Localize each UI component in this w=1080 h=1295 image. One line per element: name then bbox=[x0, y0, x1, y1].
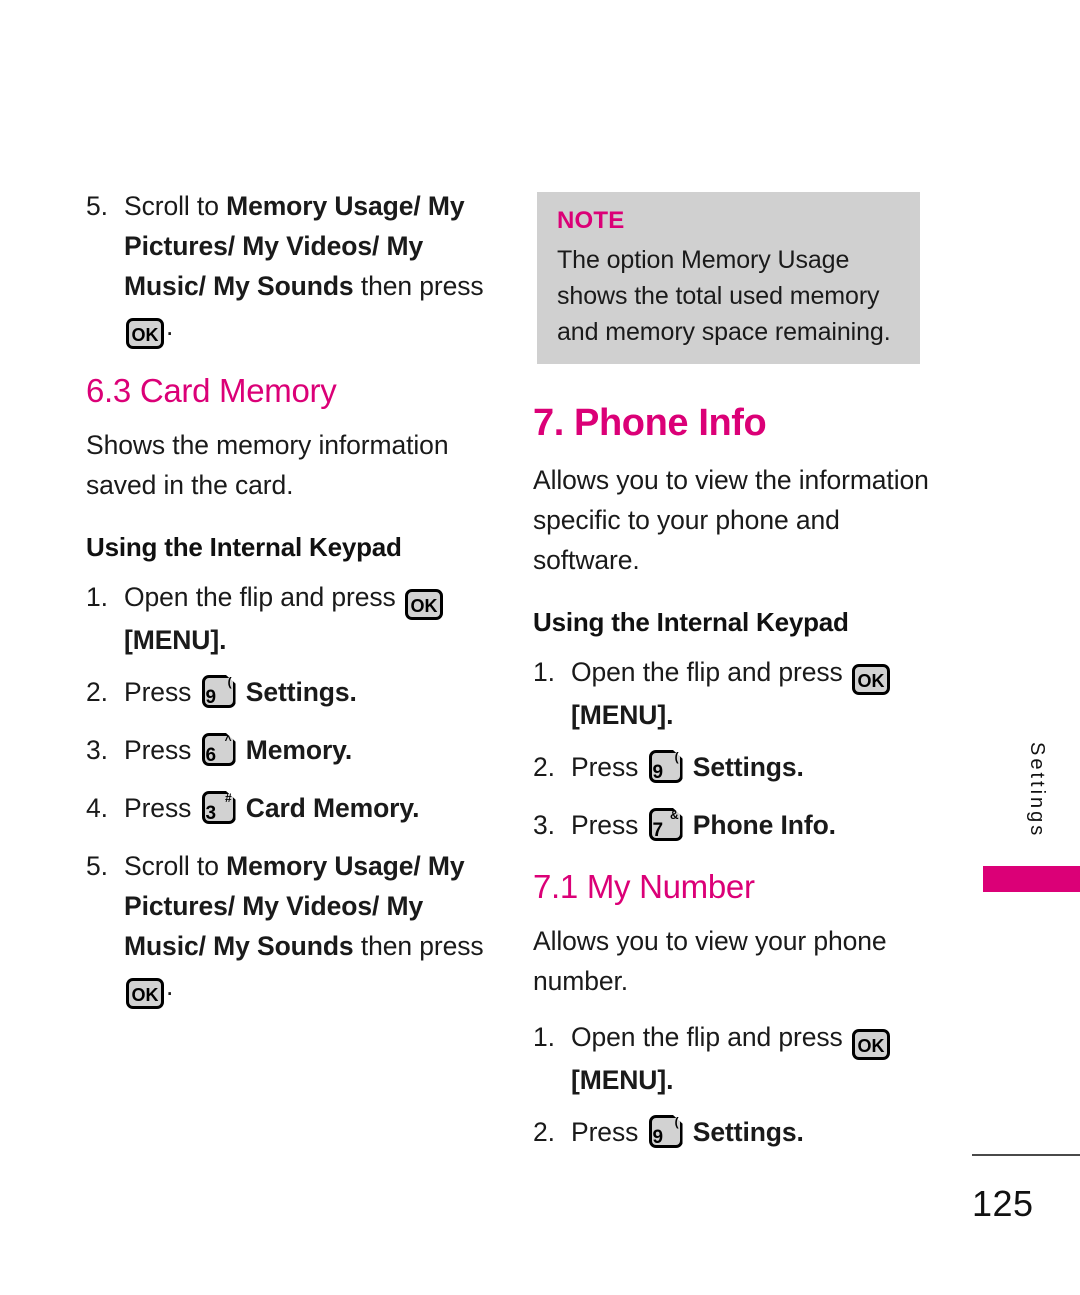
list-item: 2. Press 9( Settings. bbox=[533, 747, 937, 787]
key-digit: 9 bbox=[652, 762, 664, 783]
step-text: Open the flip and press OK [MENU]. bbox=[571, 1017, 937, 1100]
step-text-post: Memory. bbox=[238, 735, 353, 765]
phone-info-intro: Allows you to view the information speci… bbox=[533, 465, 929, 575]
step-text: Open the flip and press OK [MENU]. bbox=[571, 652, 937, 735]
step-text-post: Settings. bbox=[685, 1117, 804, 1147]
list-item: 1. Open the flip and press OK [MENU]. bbox=[533, 652, 937, 735]
step-text-pre: Press bbox=[571, 1117, 646, 1147]
step-number: 2. bbox=[533, 1117, 555, 1147]
numeric-key-7-icon: 7 & bbox=[648, 808, 683, 841]
step-text-post: [MENU]. bbox=[571, 1065, 674, 1095]
step-text: Press 6 ^ Memory. bbox=[124, 730, 498, 770]
key-superscript: # bbox=[224, 791, 232, 805]
step-text: Open the flip and press OK [MENU]. bbox=[124, 577, 498, 660]
step-text-post: Settings. bbox=[685, 752, 804, 782]
key-superscript: ( bbox=[227, 675, 232, 689]
list-item: 2. Press 9( Settings. bbox=[86, 672, 498, 712]
numeric-key-9-icon: 9( bbox=[201, 675, 236, 708]
key-digit: 7 bbox=[652, 820, 664, 841]
step-text-pre: Press bbox=[124, 677, 199, 707]
step-text-pre: Open the flip and press bbox=[571, 1022, 850, 1052]
side-tab-label: Settings bbox=[1026, 742, 1048, 839]
step-text-post: Phone Info. bbox=[685, 810, 836, 840]
step-text: Press 9( Settings. bbox=[124, 672, 498, 712]
step-text-mid: then press bbox=[353, 271, 484, 301]
step-text: Press 9( Settings. bbox=[571, 747, 937, 787]
ok-key-icon: OK bbox=[126, 978, 164, 1009]
step-text: Scroll to Memory Usage/ My Pictures/ My … bbox=[124, 846, 498, 1009]
step-number: 4. bbox=[86, 793, 108, 823]
step-text-post: Card Memory. bbox=[238, 793, 420, 823]
step-text-post: [MENU]. bbox=[571, 700, 674, 730]
numeric-key-6-icon: 6 ^ bbox=[201, 733, 236, 766]
step-text-pre: Press bbox=[571, 810, 646, 840]
step-number: 1. bbox=[86, 582, 108, 612]
list-item: 1. Open the flip and press OK [MENU]. bbox=[533, 1017, 937, 1100]
key-digit: 9 bbox=[205, 687, 217, 708]
right-column: 7. Phone Info Allows you to view the inf… bbox=[533, 186, 937, 1170]
ok-key-icon: OK bbox=[404, 589, 443, 620]
section-heading-my-number: 7.1 My Number bbox=[533, 868, 755, 905]
step-number: 1. bbox=[533, 657, 555, 687]
manual-page: 5. Scroll to Memory Usage/ My Pictures/ … bbox=[0, 0, 1080, 1295]
step-number: 2. bbox=[533, 752, 555, 782]
list-item: 2. Press 9( Settings. bbox=[533, 1112, 937, 1152]
key-superscript: ( bbox=[674, 750, 679, 764]
subheading-internal-keypad-left: Using the Internal Keypad bbox=[86, 532, 402, 562]
step-number: 3. bbox=[533, 810, 555, 840]
numeric-key-9-icon: 9( bbox=[648, 750, 683, 783]
list-item: 5. Scroll to Memory Usage/ My Pictures/ … bbox=[86, 186, 498, 349]
my-number-intro: Allows you to view your phone number. bbox=[533, 926, 887, 996]
step-text-post: . bbox=[166, 311, 174, 341]
step-text-pre: Press bbox=[124, 793, 199, 823]
step-text: Press 9( Settings. bbox=[571, 1112, 937, 1152]
step-text: Press 3 # Card Memory. bbox=[124, 788, 498, 828]
side-tab-bar bbox=[983, 866, 1080, 892]
step-text-pre: Open the flip and press bbox=[571, 657, 850, 687]
card-memory-intro: Shows the memory information saved in th… bbox=[86, 430, 449, 500]
step-text-pre: Press bbox=[571, 752, 646, 782]
step-text: Press 7 & Phone Info. bbox=[571, 805, 937, 845]
step-number: 5. bbox=[86, 851, 108, 881]
step-number: 2. bbox=[86, 677, 108, 707]
step-text-post: . bbox=[166, 971, 174, 1001]
page-number: 125 bbox=[972, 1183, 1034, 1224]
step-number: 5. bbox=[86, 191, 108, 221]
list-item: 3. Press 6 ^ Memory. bbox=[86, 730, 498, 770]
step-text: Scroll to Memory Usage/ My Pictures/ My … bbox=[124, 186, 498, 349]
step-text-pre: Open the flip and press bbox=[124, 582, 403, 612]
key-digit: 3 bbox=[205, 803, 217, 824]
key-superscript: & bbox=[669, 808, 679, 822]
list-item: 5. Scroll to Memory Usage/ My Pictures/ … bbox=[86, 846, 498, 1009]
step-text-post: Settings. bbox=[238, 677, 357, 707]
key-superscript: ( bbox=[674, 1115, 679, 1129]
step-text-pre: Press bbox=[124, 735, 199, 765]
subheading-internal-keypad-right: Using the Internal Keypad bbox=[533, 607, 849, 637]
ok-key-icon: OK bbox=[851, 1029, 890, 1060]
section-heading-card-memory: 6.3 Card Memory bbox=[86, 372, 337, 409]
footer-divider bbox=[972, 1154, 1080, 1156]
key-digit: 9 bbox=[652, 1127, 664, 1148]
step-text-pre: Scroll to bbox=[124, 191, 227, 221]
list-item: 3. Press 7 & Phone Info. bbox=[533, 805, 937, 845]
numeric-key-9-icon: 9( bbox=[648, 1115, 683, 1148]
step-text-mid: then press bbox=[353, 931, 484, 961]
ok-key-icon: OK bbox=[126, 318, 164, 349]
left-column: 5. Scroll to Memory Usage/ My Pictures/ … bbox=[86, 186, 498, 1027]
numeric-key-3-icon: 3 # bbox=[201, 791, 236, 824]
step-text-post: [MENU]. bbox=[124, 625, 227, 655]
list-item: 1. Open the flip and press OK [MENU]. bbox=[86, 577, 498, 660]
section-heading-phone-info: 7. Phone Info bbox=[533, 402, 767, 444]
step-number: 1. bbox=[533, 1022, 555, 1052]
key-superscript: ^ bbox=[224, 733, 232, 747]
step-text-pre: Scroll to bbox=[124, 851, 227, 881]
key-digit: 6 bbox=[205, 745, 217, 766]
step-number: 3. bbox=[86, 735, 108, 765]
list-item: 4. Press 3 # Card Memory. bbox=[86, 788, 498, 828]
ok-key-icon: OK bbox=[851, 664, 890, 695]
